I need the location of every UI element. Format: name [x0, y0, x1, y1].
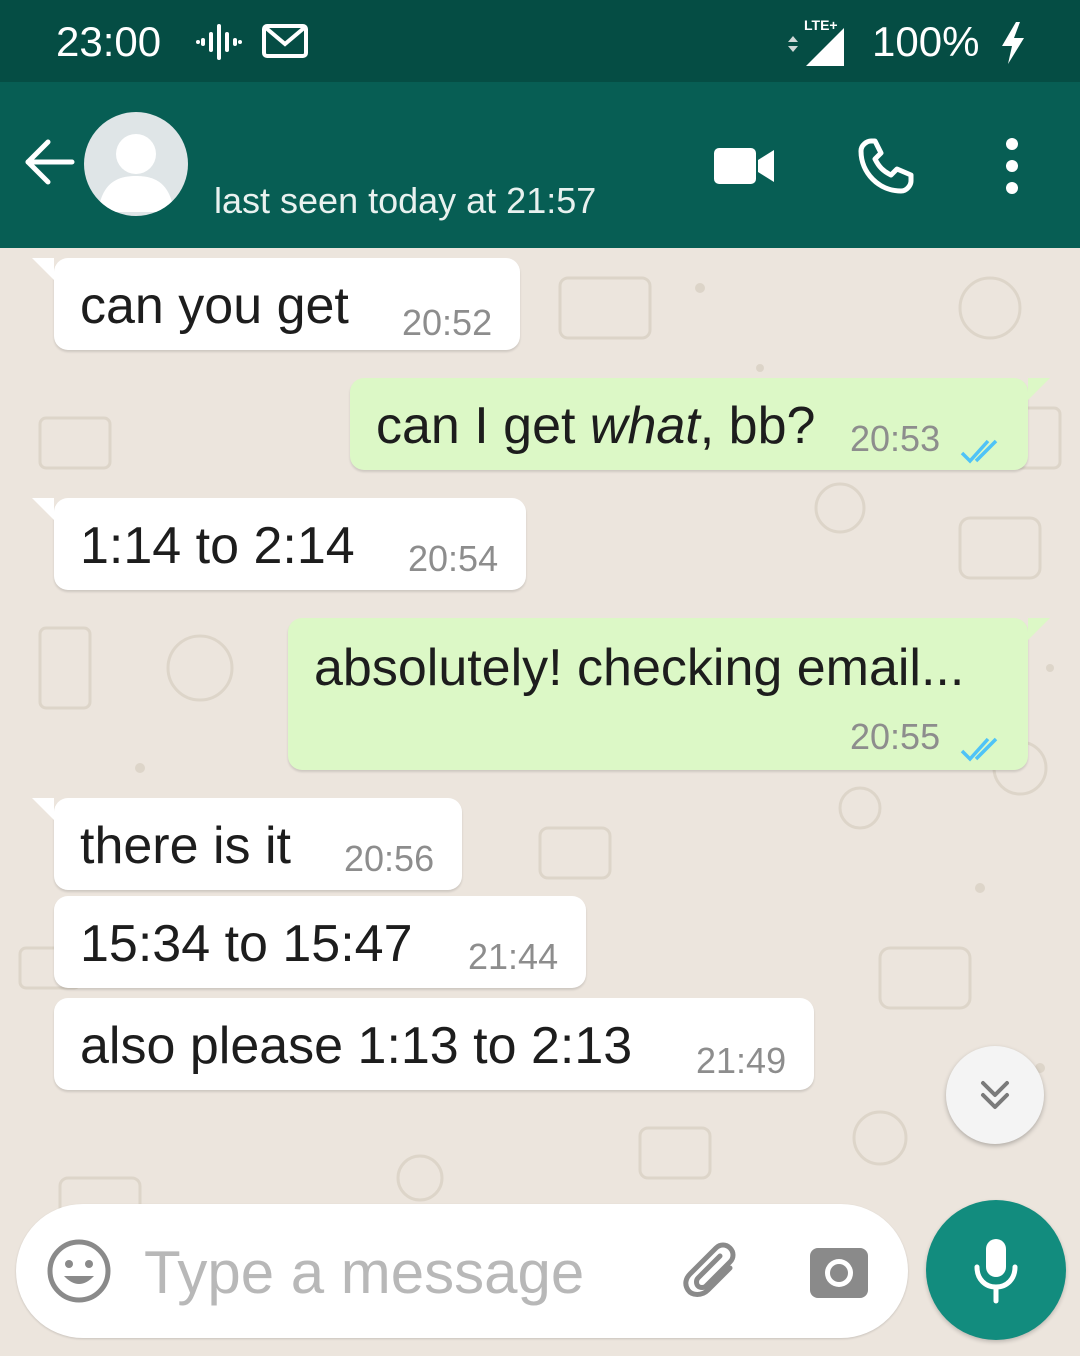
- double-chevron-down-icon: [981, 1081, 1009, 1109]
- message-time: 21:49: [696, 1040, 787, 1081]
- voice-call-button[interactable]: [846, 126, 926, 206]
- contact-avatar[interactable]: [84, 112, 188, 216]
- charging-icon: [998, 20, 1028, 71]
- voice-call-icon: [858, 138, 914, 194]
- status-time: 23:00: [56, 18, 162, 65]
- message-time: 20:56: [344, 838, 435, 879]
- message-bubble-outgoing[interactable]: absolutely! checking email... 20:55: [288, 618, 1050, 770]
- voice-message-button[interactable]: [926, 1200, 1066, 1340]
- message-text: 1:14 to 2:14: [80, 517, 355, 575]
- last-seen-status[interactable]: last seen today at 21:57: [214, 180, 596, 222]
- video-call-button[interactable]: [704, 126, 784, 206]
- message-time: 20:53: [850, 418, 941, 459]
- message-bubble-outgoing[interactable]: can I get what, bb? 20:53: [350, 378, 1050, 470]
- status-bar: 23:00 LTE+ 100%: [0, 0, 1080, 82]
- read-receipt-icon: [958, 420, 1006, 480]
- more-options-icon: [1006, 138, 1018, 194]
- attach-button[interactable]: [676, 1236, 746, 1306]
- message-text: also please 1:13 to 2:13: [80, 1017, 633, 1075]
- camera-button[interactable]: [806, 1238, 872, 1304]
- emphasis-text: what: [589, 397, 700, 455]
- battery-percent: 100%: [872, 18, 980, 65]
- signal-notification-icon: [196, 22, 242, 67]
- message-bubble-incoming[interactable]: 1:14 to 2:14 20:54: [32, 498, 526, 590]
- message-text: can I get what, bb?: [376, 397, 816, 455]
- back-button[interactable]: [22, 134, 78, 190]
- message-text: absolutely! checking email...: [314, 639, 965, 697]
- message-bubble-incoming[interactable]: can you get 20:52: [32, 258, 520, 350]
- video-call-icon: [714, 148, 774, 184]
- emoji-icon: [47, 1239, 111, 1303]
- message-time: 21:44: [468, 936, 559, 977]
- message-bubble-incoming[interactable]: 15:34 to 15:47 21:44: [54, 896, 586, 988]
- paperclip-icon: [683, 1242, 736, 1297]
- message-time: 20:52: [402, 302, 493, 343]
- message-time: 20:54: [408, 538, 499, 579]
- network-type-label: LTE+: [804, 17, 838, 33]
- message-bubble-incoming[interactable]: there is it 20:56: [32, 798, 462, 890]
- message-text: can you get: [80, 277, 349, 335]
- read-receipt-icon: [958, 718, 1006, 778]
- back-arrow-icon: [25, 139, 75, 185]
- chat-header: last seen today at 21:57: [0, 82, 1080, 248]
- message-composer: [16, 1204, 908, 1338]
- message-time: 20:55: [850, 716, 941, 757]
- message-input[interactable]: [144, 1232, 644, 1312]
- message-text: there is it: [80, 817, 291, 875]
- message-text: 15:34 to 15:47: [80, 915, 413, 973]
- gmail-icon: [262, 22, 308, 65]
- camera-icon: [810, 1248, 868, 1298]
- microphone-icon: [974, 1239, 1018, 1304]
- scroll-to-bottom-button[interactable]: [946, 1046, 1044, 1144]
- more-options-button[interactable]: [972, 126, 1052, 206]
- emoji-button[interactable]: [46, 1238, 112, 1304]
- message-bubble-incoming[interactable]: also please 1:13 to 2:13 21:49: [54, 998, 814, 1090]
- message-list[interactable]: can you get 20:52 can I get what, bb? 20…: [0, 248, 1080, 1356]
- default-avatar-icon: [98, 134, 174, 212]
- lte-signal-icon: LTE+: [784, 14, 850, 75]
